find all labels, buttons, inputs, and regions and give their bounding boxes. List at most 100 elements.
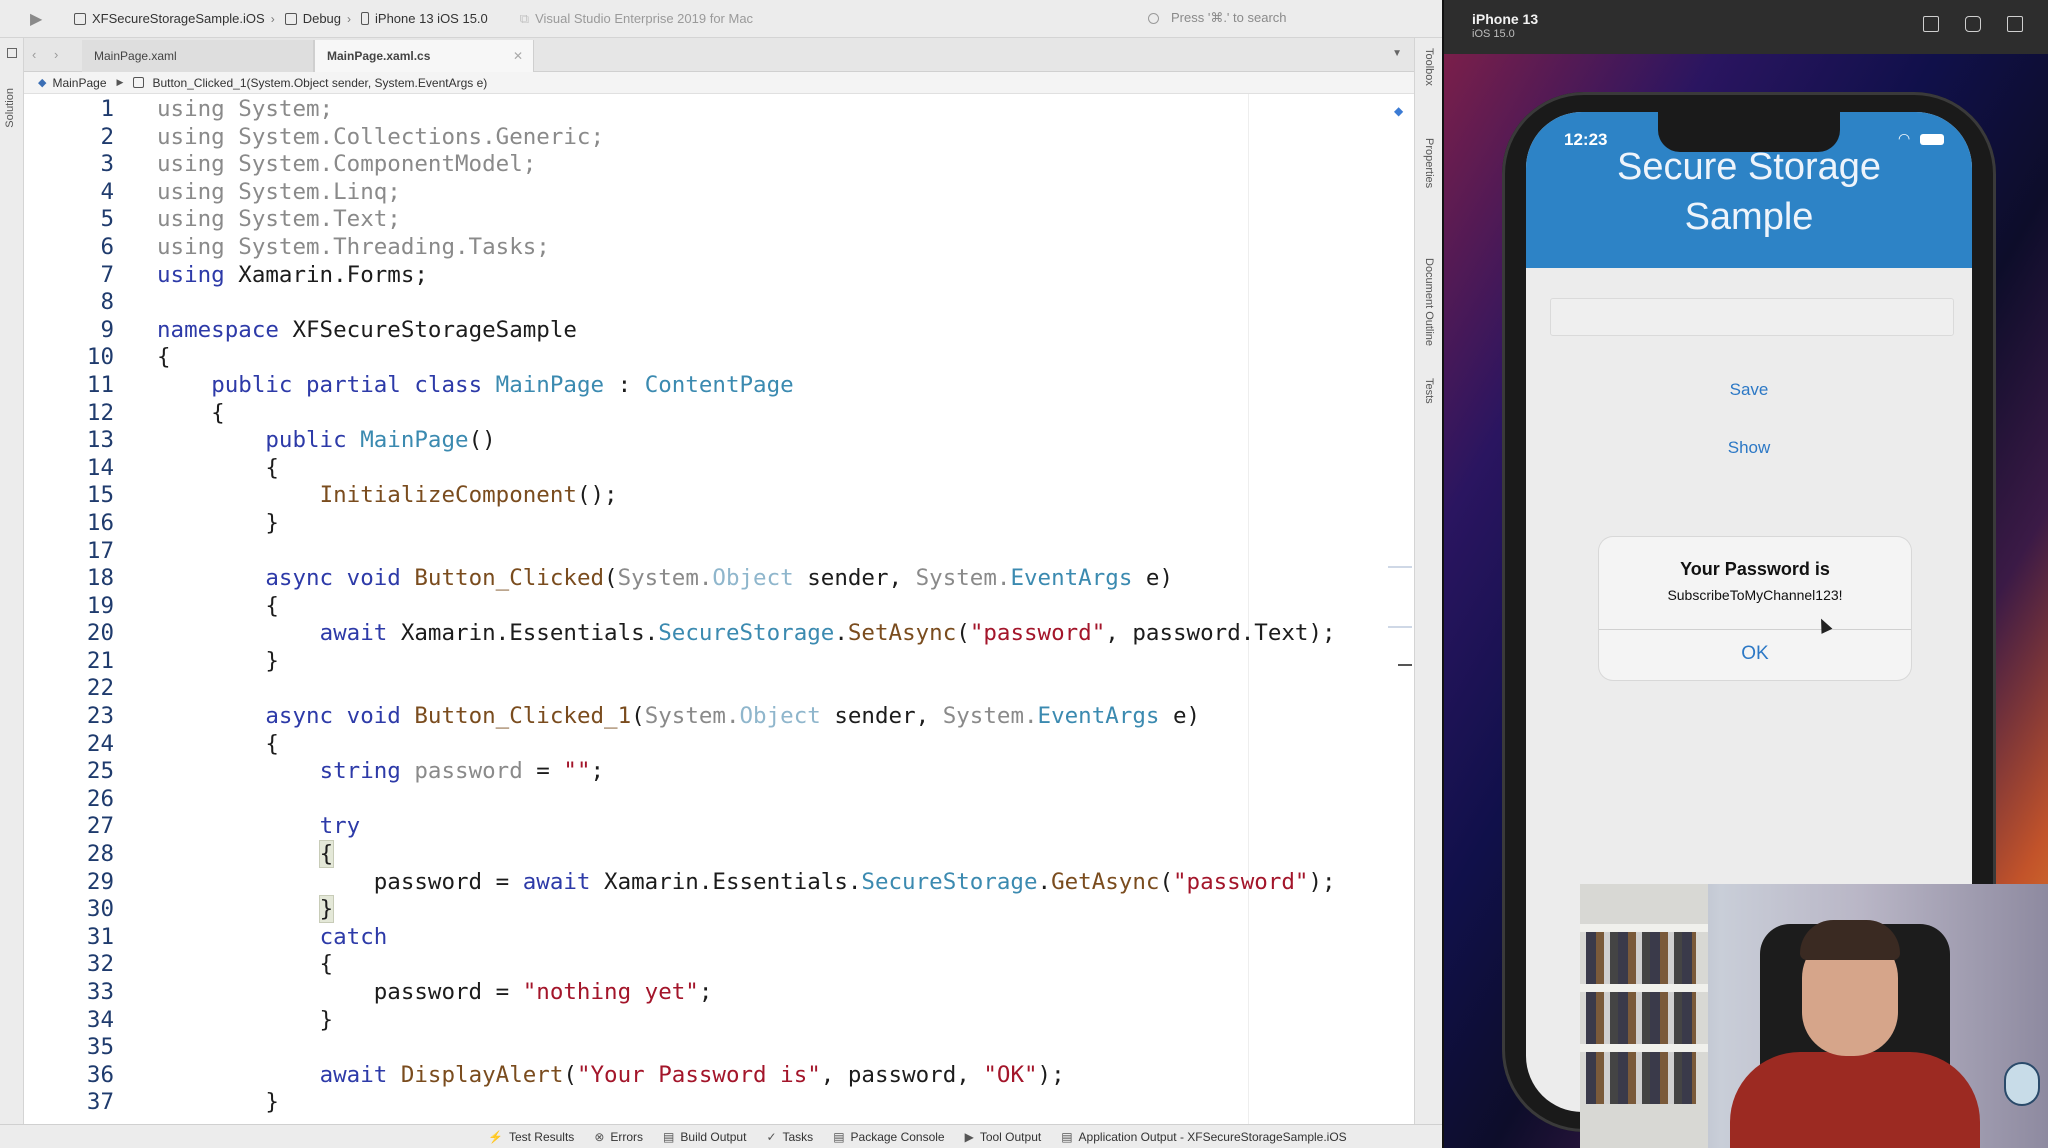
line-number: 24 — [86, 730, 114, 757]
code-text: using System.Threading.Tasks; — [157, 233, 550, 260]
code-line: 18 async void Button_Clicked(System.Obje… — [24, 565, 1336, 593]
breadcrumb-class[interactable]: MainPage — [52, 76, 106, 90]
breadcrumb-member[interactable]: Button_Clicked_1(System.Object sender, S… — [152, 76, 487, 90]
code-editor[interactable]: ◆ 1 using System; 2 using System.Collectio… — [24, 94, 1414, 1124]
code-text: await Xamarin.Essentials.SecureStorage.S… — [319, 620, 1336, 647]
nav-back-icon[interactable]: ‹ — [32, 47, 36, 62]
project-selector[interactable]: XFSecureStorageSample.iOS › — [74, 11, 275, 26]
overview-mark — [1388, 566, 1412, 568]
properties-pad-label[interactable]: Properties — [1423, 138, 1435, 188]
code-line: 13 public MainPage() — [24, 427, 1336, 455]
pad-label: Tool Output — [979, 1129, 1042, 1144]
config-selector[interactable]: Debug › — [284, 11, 351, 26]
tab-mainpage-xaml[interactable]: MainPage.xaml — [82, 40, 314, 72]
line-number: 34 — [86, 1006, 114, 1033]
line-number: 6 — [100, 233, 114, 260]
code-text: } — [157, 1089, 279, 1116]
document-outline-pad-label[interactable]: Document Outline — [1423, 258, 1435, 346]
home-icon[interactable] — [1923, 16, 1939, 32]
chevron-right-icon: ▶ — [116, 77, 124, 87]
tab-list-dropdown-icon[interactable]: ▼ — [1392, 48, 1402, 59]
tool-output-pad[interactable]: ▶ Tool Output — [965, 1130, 1042, 1144]
pad-label: Build Output — [680, 1129, 747, 1144]
tab-label: MainPage.xaml.cs — [327, 49, 431, 63]
code-text: { — [157, 399, 225, 426]
code-text: await DisplayAlert("Your Password is", p… — [319, 1061, 1065, 1088]
password-entry[interactable] — [1550, 298, 1954, 336]
show-button[interactable]: Show — [1526, 438, 1972, 458]
package-icon: ▤ — [833, 1129, 845, 1144]
code-text: { — [157, 730, 279, 757]
code-text: async void Button_Clicked(System.Object … — [265, 565, 1174, 592]
line-number: 17 — [86, 537, 114, 564]
code-line: 12 { — [24, 400, 1336, 428]
line-number: 2 — [100, 123, 114, 150]
solution-pad-label[interactable]: Solution — [4, 88, 16, 128]
code-line: 6 using System.Threading.Tasks; — [24, 234, 1336, 262]
toolbox-pad-label[interactable]: Toolbox — [1423, 48, 1435, 86]
search-icon — [1148, 12, 1159, 24]
search-box[interactable]: Press '⌘.' to search — [1148, 10, 1287, 26]
line-number: 14 — [86, 454, 114, 481]
output-icon: ▤ — [663, 1129, 675, 1144]
ide-window: ▶ XFSecureStorageSample.iOS › Debug › iPho… — [0, 0, 1442, 1148]
code-line: 36 await DisplayAlert("Your Password is"… — [24, 1062, 1336, 1090]
code-line: 24 { — [24, 731, 1336, 759]
line-number: 27 — [86, 813, 114, 840]
code-line: 17 — [24, 538, 1336, 566]
code-text: public MainPage() — [265, 427, 496, 454]
code-text: using System.Collections.Generic; — [157, 123, 605, 150]
tasks-pad[interactable]: ✓ Tasks — [766, 1130, 813, 1144]
code-line: 2 using System.Collections.Generic; — [24, 124, 1336, 152]
test-results-pad[interactable]: ⚡ Test Results — [488, 1130, 574, 1144]
line-number: 22 — [86, 675, 114, 702]
code-lines: 1 using System; 2 using System.Collections… — [24, 96, 1336, 1117]
device-selector[interactable]: iPhone 13 iOS 15.0 — [361, 11, 488, 26]
code-text: } — [157, 1006, 334, 1033]
code-line: 32 { — [24, 951, 1336, 979]
code-text: catch — [319, 923, 388, 950]
wifi-icon: ◠ — [1898, 130, 1911, 146]
line-number: 1 — [100, 96, 114, 122]
nav-forward-icon[interactable]: › — [54, 47, 58, 62]
code-line: 5 using System.Text; — [24, 206, 1336, 234]
pad-label: Errors — [610, 1129, 644, 1144]
code-line: 22 — [24, 675, 1336, 703]
solution-pad-icon[interactable] — [7, 48, 17, 58]
alert-ok-button[interactable]: OK — [1599, 643, 1911, 665]
line-number: 13 — [86, 427, 114, 454]
line-number: 23 — [86, 703, 114, 730]
application-output-pad[interactable]: ▤ Application Output - XFSecureStorageSam… — [1061, 1130, 1346, 1144]
chevron-right-icon: › — [270, 11, 275, 26]
code-text: } — [157, 647, 279, 674]
code-line: 21 } — [24, 648, 1336, 676]
project-icon — [74, 12, 86, 25]
code-line: 1 using System; — [24, 96, 1336, 124]
code-text: using System.ComponentModel; — [157, 151, 537, 178]
code-line: 3 using System.ComponentModel; — [24, 151, 1336, 179]
search-placeholder: Press '⌘.' to search — [1171, 10, 1287, 25]
rotate-icon[interactable] — [2007, 16, 2023, 32]
error-icon: ⊗ — [594, 1129, 605, 1144]
code-text: using System; — [157, 96, 334, 122]
save-button[interactable]: Save — [1526, 380, 1972, 400]
build-output-pad[interactable]: ▤ Build Output — [663, 1130, 746, 1144]
code-line: 26 — [24, 786, 1336, 814]
errors-pad[interactable]: ⊗ Errors — [594, 1130, 643, 1144]
tests-pad-label[interactable]: Tests — [1423, 378, 1435, 404]
os-version: iOS 15.0 — [1472, 28, 1515, 40]
code-line: 10 { — [24, 344, 1336, 372]
line-number: 16 — [86, 509, 114, 536]
run-button[interactable]: ▶ — [30, 9, 52, 29]
close-icon[interactable]: ✕ — [513, 40, 523, 72]
battery-icon — [1920, 134, 1944, 145]
package-console-pad[interactable]: ▤ Package Console — [833, 1130, 944, 1144]
tab-mainpage-xaml-cs[interactable]: MainPage.xaml.cs ✕ — [314, 40, 534, 72]
line-number: 12 — [86, 399, 114, 426]
screenshot-icon[interactable] — [1965, 16, 1981, 32]
right-dock: Toolbox Properties Document Outline Test… — [1414, 38, 1442, 1124]
code-text: { — [157, 454, 279, 481]
device-label: iPhone 13 iOS 15.0 — [375, 11, 488, 26]
code-text: password = await Xamarin.Essentials.Secu… — [157, 868, 1336, 895]
